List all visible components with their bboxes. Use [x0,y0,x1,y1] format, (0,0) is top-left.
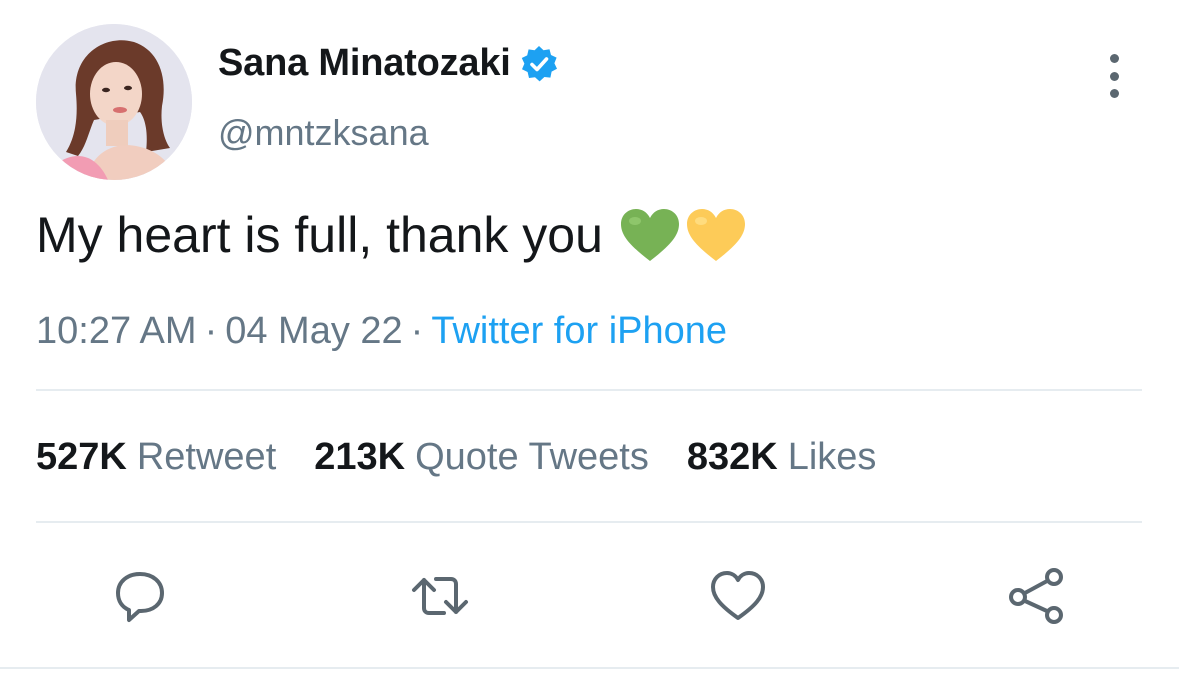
stat-label: Retweet [136,436,277,478]
emoji-group [619,207,747,263]
tweet-time: 10:27 AM [36,310,197,352]
share-button[interactable] [1006,566,1066,626]
tweet-date: 04 May 22 [225,310,403,352]
tweet-source-link[interactable]: Twitter for iPhone [431,310,727,352]
divider [36,389,1142,391]
retweet-button[interactable] [410,566,470,626]
display-name[interactable]: Sana Minatozaki [218,42,511,85]
yellow-heart-icon [686,209,745,261]
meta-separator: · [204,310,218,352]
like-button[interactable] [708,566,768,626]
tweet-body: My heart is full, thank you [36,206,747,264]
stat-label: Likes [787,436,877,478]
avatar-image [36,24,192,180]
divider [36,521,1142,523]
tweet-meta: 10:27 AM · 04 May 22 · Twitter for iPhone [36,310,727,353]
stat-label: Quote Tweets [415,436,649,478]
verified-badge-icon [519,44,559,84]
tweet-text: My heart is full, thank you [36,207,603,263]
stat-count: 213K [314,436,406,478]
share-icon [1009,568,1063,624]
stat-count: 832K [686,436,778,478]
quote-tweets-count[interactable]: 213K Quote Tweets [314,436,649,479]
like-icon [711,571,765,620]
reply-icon [116,572,164,622]
author-name-row[interactable]: Sana Minatozaki [218,42,559,85]
author-handle[interactable]: @mntzksana [218,112,429,154]
stat-count: 527K [36,436,127,478]
bottom-divider [0,667,1179,669]
retweet-count[interactable]: 527K Retweet [36,436,276,479]
tweet-detail: Sana Minatozaki @mntzksana My heart is f… [0,0,1179,687]
meta-separator: · [410,310,424,352]
green-heart-icon [620,209,679,261]
likes-count[interactable]: 832K Likes [687,436,877,479]
retweet-icon [412,577,468,615]
more-options-icon[interactable] [1096,54,1132,98]
avatar[interactable] [36,24,192,180]
tweet-stats: 527K Retweet 213K Quote Tweets 832K Likes [36,436,914,479]
reply-button[interactable] [110,566,170,626]
